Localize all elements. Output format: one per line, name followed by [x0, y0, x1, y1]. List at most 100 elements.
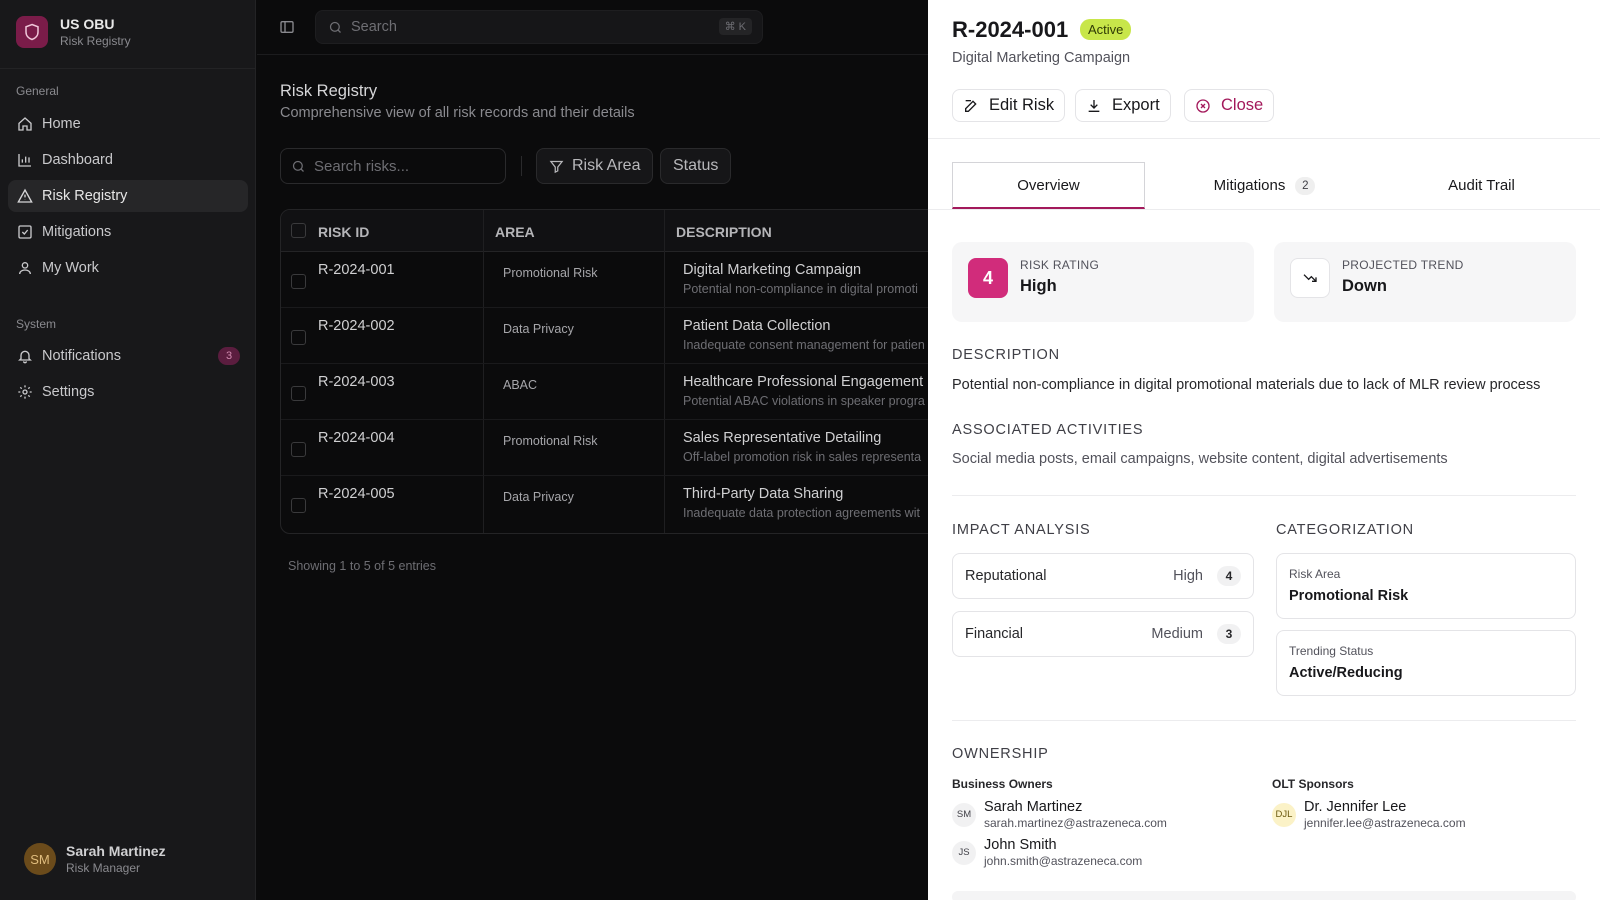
divider — [521, 156, 522, 176]
brand[interactable]: US OBU Risk Registry — [16, 16, 131, 48]
column-header-risk-id[interactable]: RISK ID — [318, 224, 369, 240]
table-row[interactable]: R-2024-003 ABAC Healthcare Professional … — [281, 364, 928, 420]
button-label: Export — [1112, 96, 1160, 114]
page-title: Risk Registry — [280, 82, 378, 100]
edit-icon — [965, 99, 977, 112]
description-text: Potential non-compliance in digital prom… — [952, 377, 1541, 393]
category-trending-status: Trending Status Active/Reducing — [1276, 630, 1576, 696]
sidebar-item-label: My Work — [42, 260, 99, 276]
tab-label: Overview — [1017, 176, 1080, 194]
avatar: JS — [952, 840, 976, 865]
column-header-area[interactable]: AREA — [495, 224, 535, 240]
tab-audit-trail[interactable]: Audit Trail — [1385, 162, 1578, 209]
row-checkbox[interactable] — [291, 498, 306, 513]
section-heading-description: DESCRIPTION — [952, 347, 1060, 363]
column-header-description[interactable]: DESCRIPTION — [676, 224, 772, 240]
tab-label: Audit Trail — [1448, 177, 1515, 194]
home-icon — [18, 117, 32, 131]
main-content: Search ⌘ K Risk Registry Comprehensive v… — [257, 0, 928, 900]
status-filter-button[interactable]: Status — [660, 148, 732, 184]
avatar: SM — [24, 843, 56, 875]
table-row[interactable]: R-2024-001 Promotional Risk Digital Mark… — [281, 252, 928, 308]
close-button[interactable]: Close — [1184, 89, 1275, 122]
impact-score: 3 — [1217, 624, 1241, 644]
sidebar-item-label: Dashboard — [42, 152, 113, 168]
risk-description: Patient Data Collection Inadequate conse… — [683, 318, 928, 352]
table-row[interactable]: R-2024-002 Data Privacy Patient Data Col… — [281, 308, 928, 364]
row-checkbox[interactable] — [291, 274, 306, 289]
export-button[interactable]: Export — [1075, 89, 1171, 122]
risk-description: Third-Party Data Sharing Inadequate data… — [683, 486, 928, 520]
search-placeholder: Search risks... — [314, 157, 410, 175]
global-search-input[interactable]: Search ⌘ K — [315, 10, 763, 44]
risk-area: Promotional Risk — [503, 434, 598, 448]
filter-label: Status — [673, 157, 719, 174]
risk-description: Sales Representative Detailing Off-label… — [683, 430, 928, 464]
sidebar-item-notifications[interactable]: Notifications 3 — [8, 340, 248, 372]
notification-count-badge: 3 — [218, 347, 240, 365]
stat-value: High — [1020, 277, 1057, 295]
select-all-checkbox[interactable] — [291, 223, 306, 238]
risk-area: Promotional Risk — [503, 266, 598, 280]
risk-area-filter-button[interactable]: Risk Area — [536, 148, 654, 184]
table-row[interactable]: R-2024-004 Promotional Risk Sales Repres… — [281, 420, 928, 476]
sidebar-item-risk-registry[interactable]: Risk Registry — [8, 180, 248, 212]
search-placeholder: Search — [351, 19, 397, 35]
risk-id: R-2024-001 — [318, 262, 395, 278]
risk-title: Healthcare Professional Engagement — [683, 374, 924, 390]
divider — [928, 209, 1600, 210]
warning-triangle-icon — [17, 188, 33, 203]
business-owner[interactable]: SM Sarah Martinez sarah.martinez@astraze… — [952, 799, 1167, 830]
risk-area: ABAC — [503, 378, 538, 392]
filter-icon — [549, 160, 564, 173]
impact-name: Financial — [965, 626, 1024, 642]
gear-icon — [18, 385, 32, 399]
sidebar-item-my-work[interactable]: My Work — [8, 252, 248, 284]
detail-risk-id: R-2024-001 — [952, 17, 1069, 42]
stat-label: PROJECTED TREND — [1342, 258, 1464, 272]
brand-title: US OBU — [60, 16, 115, 32]
detail-subtitle: Digital Marketing Campaign — [952, 50, 1131, 66]
sponsor-name: Dr. Jennifer Lee — [1304, 799, 1407, 815]
olt-sponsor[interactable]: DJL Dr. Jennifer Lee jennifer.lee@astraz… — [1272, 799, 1466, 830]
divider — [0, 68, 255, 69]
table-row[interactable]: R-2024-005 Data Privacy Third-Party Data… — [281, 476, 928, 532]
sidebar-item-settings[interactable]: Settings — [8, 376, 248, 408]
keyboard-shortcut: ⌘ K — [718, 18, 752, 35]
business-owner[interactable]: JS John Smith john.smith@astrazeneca.com — [952, 837, 1142, 868]
tab-mitigations[interactable]: Mitigations 2 — [1168, 162, 1361, 209]
pagination-summary: Showing 1 to 5 of 5 entries — [288, 559, 437, 573]
tab-overview[interactable]: Overview — [952, 162, 1145, 209]
owner-name: John Smith — [984, 837, 1057, 853]
divider — [952, 720, 1576, 721]
filter-label: Risk Area — [572, 157, 641, 174]
risk-description: Digital Marketing Campaign Potential non… — [683, 262, 928, 296]
risk-id: R-2024-003 — [318, 374, 395, 390]
row-checkbox[interactable] — [291, 386, 306, 401]
avatar: SM — [952, 802, 976, 827]
risk-rating-card: 4 RISK RATING High — [952, 242, 1254, 322]
divider — [928, 138, 1600, 139]
sidebar-item-home[interactable]: Home — [8, 108, 248, 140]
risk-detail-panel: R-2024-001 Active Digital Marketing Camp… — [928, 0, 1600, 900]
bar-chart-icon — [18, 154, 31, 167]
risk-search-input[interactable]: Search risks... — [280, 148, 506, 184]
row-checkbox[interactable] — [291, 330, 306, 345]
user-profile[interactable]: SM Sarah Martinez Risk Manager — [24, 843, 166, 875]
user-name: Sarah Martinez — [66, 843, 166, 859]
risk-title: Sales Representative Detailing — [683, 430, 882, 446]
sponsor-email: jennifer.lee@astrazeneca.com — [1304, 816, 1466, 830]
edit-risk-button[interactable]: Edit Risk — [952, 89, 1066, 122]
sidebar-toggle-icon[interactable] — [279, 19, 295, 35]
topbar: Search ⌘ K — [257, 0, 928, 55]
user-role: Risk Manager — [66, 861, 141, 875]
section-heading-ownership: OWNERSHIP — [952, 746, 1049, 762]
sidebar-item-dashboard[interactable]: Dashboard — [8, 144, 248, 176]
status-badge: Active — [1080, 19, 1132, 40]
category-value: Active/Reducing — [1289, 665, 1403, 681]
risk-title: Digital Marketing Campaign — [683, 262, 862, 278]
trending-down-icon — [1290, 258, 1330, 298]
tab-count-badge: 2 — [1295, 176, 1316, 195]
row-checkbox[interactable] — [291, 442, 306, 457]
sidebar-item-mitigations[interactable]: Mitigations — [8, 216, 248, 248]
